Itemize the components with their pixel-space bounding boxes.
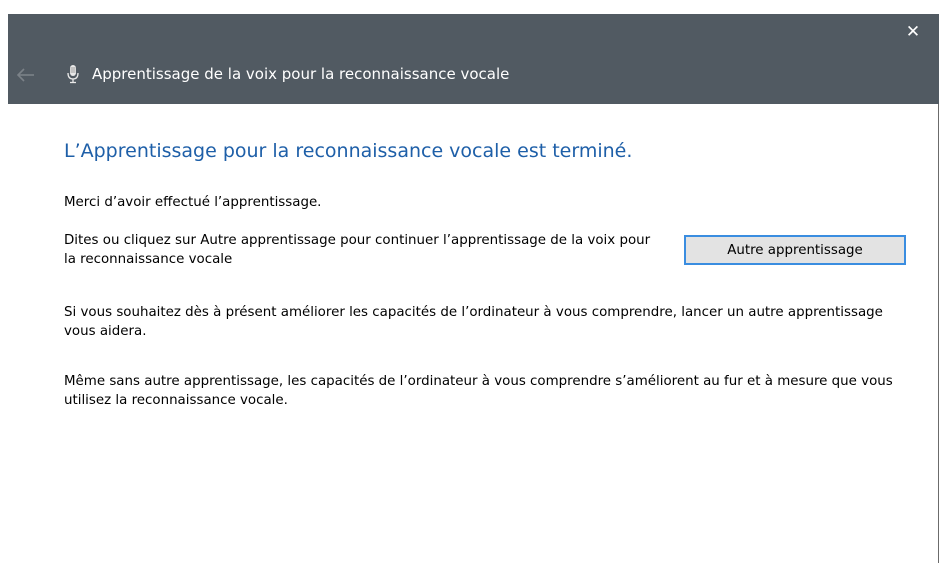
auto-improve-text: Même sans autre apprentissage, les capac…: [64, 374, 893, 408]
continue-instructions-text: Dites ou cliquez sur Autre apprentissage…: [64, 233, 651, 267]
microphone-icon: [67, 65, 79, 84]
thanks-text: Merci d’avoir effectué l’apprentissage.: [64, 195, 322, 210]
close-button[interactable]: ✕: [901, 20, 925, 44]
back-arrow-icon[interactable]: [16, 67, 36, 83]
close-icon: ✕: [905, 21, 921, 42]
speech-training-window: ✕ Apprentissage de la voix pour la recon…: [0, 0, 939, 563]
page-heading: L’Apprentissage pour la reconnaissance v…: [64, 140, 633, 162]
window-title: Apprentissage de la voix pour la reconna…: [92, 65, 510, 83]
more-training-button[interactable]: Autre apprentissage: [684, 235, 906, 265]
improve-text: Si vous souhaitez dès à présent améliore…: [64, 305, 883, 339]
title-bar: ✕ Apprentissage de la voix pour la recon…: [8, 14, 939, 104]
